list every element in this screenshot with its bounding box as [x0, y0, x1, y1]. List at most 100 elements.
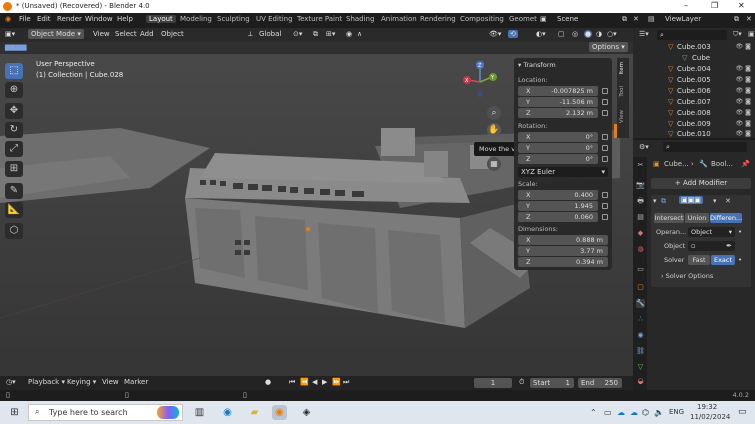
lock-icon[interactable] — [602, 214, 608, 220]
outliner-item[interactable]: ▽ Cube.010 👁 ◙ — [633, 129, 755, 138]
annotate-tool[interactable]: ✎ — [5, 183, 23, 199]
transform-tool[interactable]: ⊞ — [5, 161, 23, 177]
menu-file[interactable]: File — [19, 15, 31, 23]
constraints-tab-icon[interactable]: ⛓ — [636, 347, 645, 356]
keyframe-dot-icon[interactable]: • — [738, 228, 742, 236]
auto-keying-icon[interactable]: ● — [265, 378, 271, 386]
editor-type-icon[interactable]: ▣▾ — [5, 30, 15, 38]
timeline-editor-icon[interactable]: ◷▾ — [6, 378, 16, 386]
clock-date[interactable]: 11/02/2024 — [690, 413, 730, 421]
orientation-icon[interactable]: ⟂ — [248, 30, 253, 39]
modifier-visibility-toggles[interactable]: ▣▣▣ — [679, 196, 703, 204]
keying-menu[interactable]: Keying ▾ — [67, 378, 96, 386]
jump-keyframe-forward-icon[interactable]: ⏩ — [332, 378, 341, 386]
menu-view[interactable]: View — [93, 30, 110, 38]
move-tool[interactable]: ✥ — [5, 103, 23, 119]
location-x-field[interactable]: X -0.007825 m — [518, 86, 598, 96]
eyedropper-icon[interactable]: ✒ — [726, 242, 732, 250]
visibility-icon[interactable]: 👁▾ — [489, 30, 501, 38]
start-frame-field[interactable]: Start 1 — [530, 378, 574, 388]
pin-icon[interactable]: 📌 — [741, 160, 750, 168]
rendered-shading-icon[interactable]: ○▾ — [607, 30, 617, 38]
tab-compositing[interactable]: Compositing — [460, 15, 504, 23]
tab-animation[interactable]: Animation — [381, 15, 417, 23]
cloud-sync-icon[interactable]: ☁ — [630, 408, 638, 417]
tab-uv-editing[interactable]: UV Editing — [256, 15, 293, 23]
transform-header[interactable]: ▾ Transform — [518, 61, 556, 69]
location-y-field[interactable]: Y -11.506 m — [518, 97, 598, 107]
volume-icon[interactable]: 🔈 — [654, 408, 664, 417]
steam-icon[interactable]: ◈ — [299, 405, 314, 420]
add-modifier-button[interactable]: + Add Modifier — [651, 178, 751, 189]
output-tab-icon[interactable]: 🖶 — [636, 197, 645, 206]
onedrive-icon[interactable]: ☁ — [617, 408, 625, 417]
copilot-icon[interactable] — [157, 406, 179, 419]
close-button[interactable]: ✕ — [738, 1, 745, 10]
visibility-icons[interactable]: 👁 ◙ — [736, 43, 751, 50]
rotation-y-field[interactable]: Y 0° — [518, 143, 598, 153]
outliner-item[interactable]: ▽ Cube.006 👁 ◙ — [633, 86, 755, 97]
menu-render[interactable]: Render — [57, 15, 82, 23]
gizmo-toggle-icon[interactable]: ⟲ — [508, 30, 518, 38]
object-tab-icon[interactable]: ▢ — [636, 283, 645, 292]
collection-tab-icon[interactable]: ▭ — [636, 265, 645, 274]
material-tab-icon[interactable]: ◒ — [636, 377, 645, 386]
network-icon[interactable]: ⌬ — [642, 408, 649, 417]
operation-difference[interactable]: Differen... — [710, 213, 742, 223]
operation-union[interactable]: Union — [685, 213, 709, 223]
object-picker[interactable]: ▫ ✒ — [688, 241, 735, 251]
new-collection-icon[interactable]: ▣ — [748, 30, 755, 38]
task-view-icon[interactable]: ▥ — [192, 405, 207, 420]
menu-edit[interactable]: Edit — [37, 15, 51, 23]
lock-icon[interactable] — [602, 134, 608, 140]
data-tab-icon[interactable]: ▽ — [636, 363, 645, 372]
rotation-mode-select[interactable]: XYZ Euler ▾ — [518, 167, 608, 177]
scene-selector-icon[interactable]: ▣ — [540, 15, 547, 23]
scene-tab-icon[interactable]: ◆ — [636, 229, 645, 238]
language-indicator[interactable]: ENG — [669, 408, 684, 416]
solver-fast[interactable]: Fast — [688, 255, 710, 265]
tab-tool[interactable]: Tool — [619, 86, 625, 97]
view-layer-copy-icon[interactable]: ⧉ — [734, 15, 739, 24]
outliner-item[interactable]: ▽ Cube.008 👁 ◙ — [633, 108, 755, 119]
scale-z-field[interactable]: Z 0.060 — [518, 212, 598, 222]
tool-tab-icon[interactable]: ✂ — [636, 161, 645, 170]
rotation-x-field[interactable]: X 0° — [518, 132, 598, 142]
tab-geometry-nodes[interactable]: Geomet — [509, 15, 537, 23]
menu-select[interactable]: Select — [115, 30, 137, 38]
operand-select[interactable]: Object ▾ — [688, 227, 735, 237]
lock-icon[interactable] — [602, 156, 608, 162]
notifications-icon[interactable]: ▭ — [738, 407, 747, 417]
cursor-tool[interactable]: ⊕ — [5, 82, 23, 98]
tab-shading[interactable]: Shading — [346, 15, 374, 23]
timeline-view-menu[interactable]: View — [102, 378, 119, 386]
outliner-item[interactable]: ▽ Cube.004 👁 ◙ — [633, 64, 755, 75]
blender-menu-icon[interactable]: ◉ — [5, 15, 11, 23]
file-explorer-icon[interactable]: ▰ — [247, 405, 262, 420]
blender-taskbar-icon[interactable]: ◉ — [272, 405, 287, 420]
zoom-icon[interactable]: ⌕ — [487, 106, 501, 120]
scene-copy-icon[interactable]: ⧉ — [622, 15, 627, 24]
monitor-icon[interactable]: ▭ — [604, 408, 612, 417]
add-cube-tool[interactable]: ⬡ — [5, 223, 23, 239]
pan-hand-icon[interactable]: ✋ — [487, 123, 501, 137]
filter-icon[interactable]: ⛉▾ — [733, 30, 742, 39]
scene-delete-icon[interactable]: ✕ — [633, 15, 639, 23]
lock-icon[interactable] — [602, 203, 608, 209]
keyframe-dot-icon[interactable]: • — [738, 256, 742, 264]
world-tab-icon[interactable]: ◍ — [636, 245, 645, 254]
visibility-icons[interactable]: 👁 ◙ — [736, 109, 751, 116]
lock-icon[interactable] — [602, 192, 608, 198]
visibility-icons[interactable]: 👁 ◙ — [736, 130, 751, 137]
dropdown-icon[interactable]: ▾ — [713, 197, 717, 205]
end-frame-field[interactable]: End 250 — [578, 378, 622, 388]
solver-options-header[interactable]: › Solver Options — [661, 272, 713, 280]
maximize-button[interactable]: ❐ — [711, 1, 718, 10]
menu-window[interactable]: Window — [85, 15, 113, 23]
xray-toggle-icon[interactable]: ▢ — [558, 30, 565, 38]
stopwatch-icon[interactable]: ⏱ — [519, 378, 524, 387]
view-layer-delete-icon[interactable]: ✕ — [746, 15, 752, 23]
selection-mode-icons[interactable]: ▆▆▆▆ — [5, 43, 27, 51]
outliner-item[interactable]: ▽ Cube.005 👁 ◙ — [633, 75, 755, 86]
tab-view[interactable]: View — [619, 110, 625, 123]
